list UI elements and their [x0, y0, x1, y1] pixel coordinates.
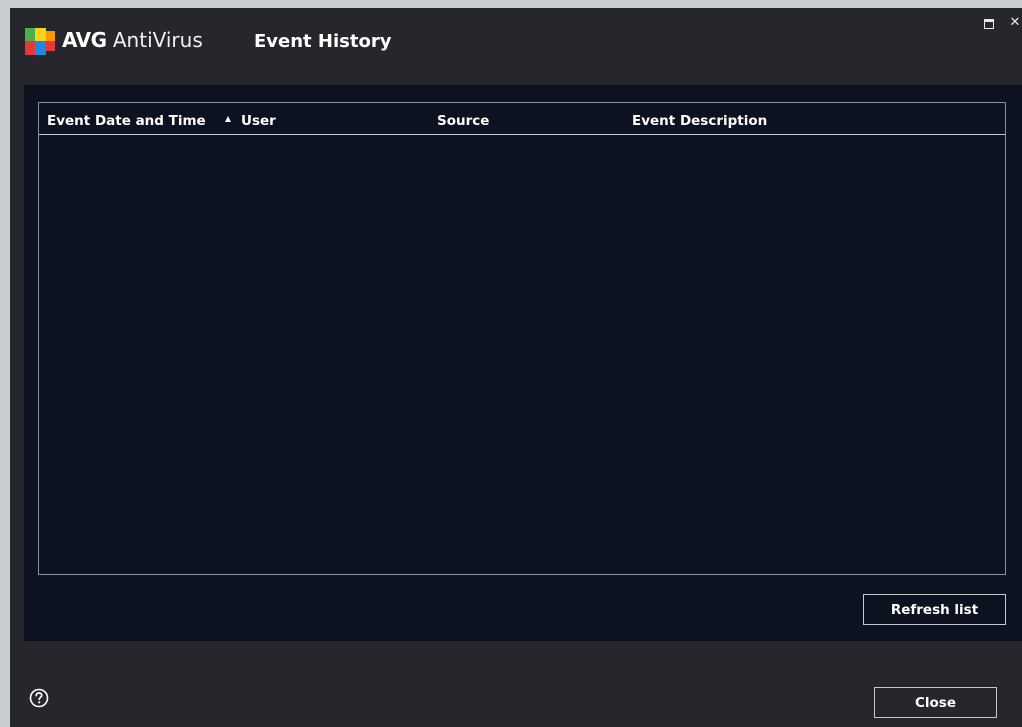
- column-header-event-description[interactable]: Event Description: [632, 112, 767, 130]
- refresh-list-button[interactable]: Refresh list: [863, 594, 1006, 625]
- title-bar: AVG AntiVirus Event History ✕: [10, 8, 1022, 80]
- brand-product: AntiVirus: [106, 28, 203, 52]
- column-header-source[interactable]: Source: [437, 112, 489, 130]
- avg-logo-icon: [25, 28, 55, 55]
- table-body[interactable]: [39, 135, 1005, 574]
- brand-name: AVG: [62, 28, 107, 52]
- close-button[interactable]: Close: [874, 687, 997, 718]
- column-header-user[interactable]: User: [241, 112, 276, 130]
- content-panel: Event Date and Time User Source Event De…: [24, 85, 1022, 641]
- close-window-icon[interactable]: ✕: [1008, 16, 1022, 30]
- sort-ascending-icon: [225, 116, 231, 122]
- column-header-event-date[interactable]: Event Date and Time: [47, 112, 206, 130]
- window-title: Event History: [254, 31, 392, 52]
- event-history-window: AVG AntiVirus Event History ✕ Event Date…: [10, 8, 1022, 727]
- app-brand: AVG AntiVirus: [62, 27, 203, 53]
- table-header: Event Date and Time User Source Event De…: [39, 103, 1005, 135]
- restore-window-icon[interactable]: [982, 16, 996, 30]
- event-table[interactable]: Event Date and Time User Source Event De…: [38, 102, 1006, 575]
- help-icon[interactable]: [29, 688, 49, 708]
